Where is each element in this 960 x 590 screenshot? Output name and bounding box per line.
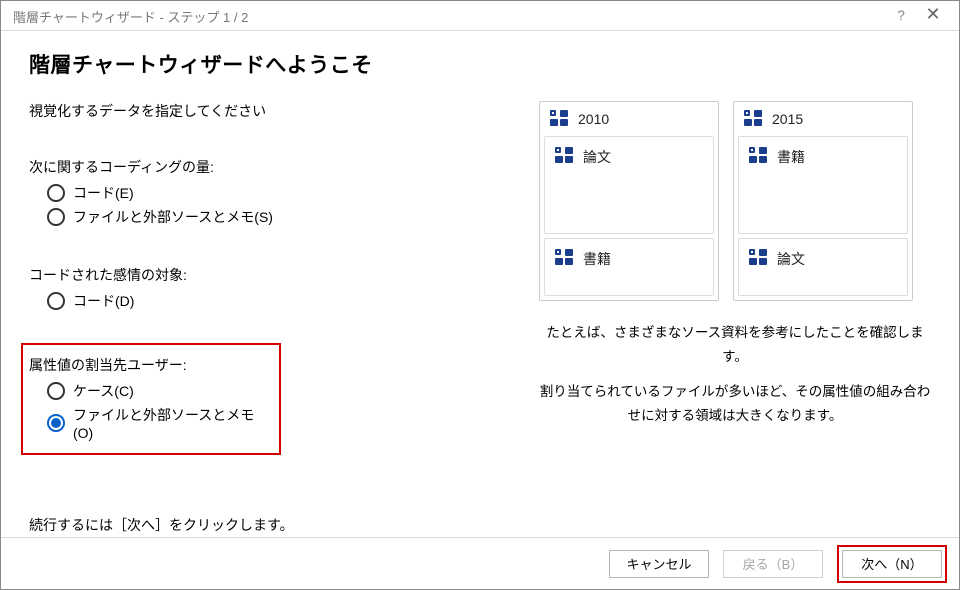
next-highlight: 次へ（N） [837,545,947,583]
radio-files-sources-memo-o[interactable]: ファイルと外部ソースとメモ(O) [47,405,273,441]
continue-instruction: 続行するには［次へ］をクリックします。 [29,515,519,535]
grid-icon [555,147,575,165]
preview-cell: 論文 [738,238,908,296]
wizard-dialog: 階層チャートウィザード - ステップ 1 / 2 ? ✕ 階層チャートウィザード… [0,0,960,590]
radio-case-c[interactable]: ケース(C) [47,381,273,401]
footer: キャンセル 戻る（B） 次へ（N） [1,537,959,589]
grid-icon [555,249,575,267]
preview-cell-label: 論文 [777,249,805,269]
preview-chart: 2010 論文 書籍 20 [539,101,931,301]
grid-icon [550,110,570,128]
radio-icon [47,184,65,202]
radio-label: コード(D) [73,291,134,311]
radio-label: ファイルと外部ソースとメモ(S) [73,207,273,227]
preview-cell: 論文 [544,136,714,234]
preview-cell-label: 論文 [583,147,611,167]
titlebar: 階層チャートウィザード - ステップ 1 / 2 ? ✕ [1,1,959,31]
description: たとえば、さまざまなソース資料を参考にしたことを確認します。 割り当てられている… [539,321,931,428]
next-button[interactable]: 次へ（N） [842,550,942,578]
radio-code-e[interactable]: コード(E) [47,183,519,203]
preview-head: 2015 [734,102,912,136]
body: 視覚化するデータを指定してください 次に関するコーディングの量: コード(E) … [29,101,931,537]
grid-icon [744,110,764,128]
page-heading: 階層チャートウィザードへようこそ [29,49,931,79]
description-line1: たとえば、さまざまなソース資料を参考にしたことを確認します。 [539,321,931,370]
preview-head: 2010 [540,102,718,136]
coding-amount-label: 次に関するコーディングの量: [29,157,519,177]
grid-icon [749,147,769,165]
content-area: 階層チャートウィザードへようこそ 視覚化するデータを指定してください 次に関する… [1,31,959,537]
help-button[interactable]: ? [885,7,917,23]
radio-icon [47,414,65,432]
coded-emotion-group: コードされた感情の対象: コード(D) [29,265,519,311]
instruction-text: 視覚化するデータを指定してください [29,101,519,121]
attribute-assignment-group: 属性値の割当先ユーザー: ケース(C) ファイルと外部ソースとメモ(O) [21,343,281,455]
cancel-button[interactable]: キャンセル [609,550,709,578]
radio-code-d[interactable]: コード(D) [47,291,519,311]
coded-emotion-label: コードされた感情の対象: [29,265,519,285]
radio-files-sources-memo-s[interactable]: ファイルと外部ソースとメモ(S) [47,207,519,227]
radio-label: ファイルと外部ソースとメモ(O) [73,405,273,441]
preview-head-label: 2015 [772,111,803,127]
right-panel: 2010 論文 書籍 20 [519,101,931,537]
coding-amount-group: 次に関するコーディングの量: コード(E) ファイルと外部ソースとメモ(S) [29,157,519,227]
preview-column-2010: 2010 論文 書籍 [539,101,719,301]
radio-icon [47,292,65,310]
grid-icon [749,249,769,267]
window-title: 階層チャートウィザード - ステップ 1 / 2 [13,7,885,26]
preview-cell-label: 書籍 [777,147,805,167]
preview-head-label: 2010 [578,111,609,127]
back-button[interactable]: 戻る（B） [723,550,823,578]
left-panel: 視覚化するデータを指定してください 次に関するコーディングの量: コード(E) … [29,101,519,537]
radio-icon [47,382,65,400]
close-button[interactable]: ✕ [917,7,949,21]
preview-column-2015: 2015 書籍 論文 [733,101,913,301]
preview-cell: 書籍 [738,136,908,234]
attribute-assignment-label: 属性値の割当先ユーザー: [29,355,273,375]
preview-cell-label: 書籍 [583,249,611,269]
radio-label: ケース(C) [73,381,134,401]
description-line2: 割り当てられているファイルが多いほど、その属性値の組み合わせに対する領域は大きく… [539,380,931,429]
preview-cell: 書籍 [544,238,714,296]
radio-label: コード(E) [73,183,134,203]
radio-icon [47,208,65,226]
